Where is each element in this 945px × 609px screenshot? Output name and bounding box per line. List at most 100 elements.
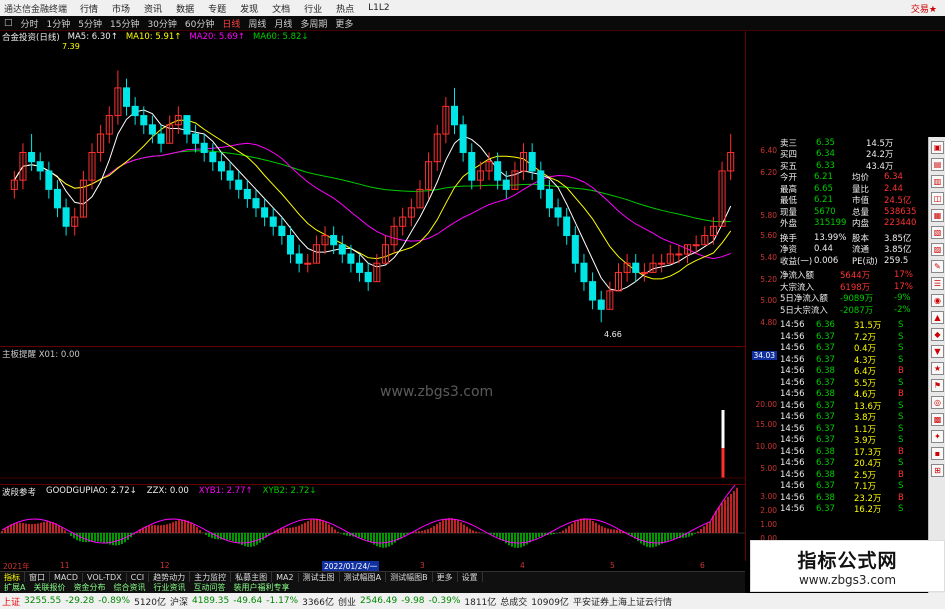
indicator-tab[interactable]: 主力监控: [190, 571, 232, 583]
indicator1-chart[interactable]: [0, 348, 745, 483]
y-tick: 6.40: [760, 146, 777, 155]
indicator-tab[interactable]: 设置: [458, 571, 483, 583]
info-tab[interactable]: 资金分布: [69, 582, 109, 593]
info-tab[interactable]: 综合资讯: [109, 582, 149, 593]
tool-icon[interactable]: ◎: [931, 396, 944, 409]
menu-item-shichang[interactable]: 市场: [105, 2, 137, 15]
candle-body: [640, 271, 648, 274]
menu-item-l1l2[interactable]: L1L2: [361, 3, 396, 13]
indicator2-chart[interactable]: [0, 485, 745, 560]
indicator-tab[interactable]: 测试主图: [299, 571, 340, 583]
candle: [226, 161, 234, 190]
info-tab[interactable]: 关联报价: [29, 582, 69, 593]
tool-icon[interactable]: ▨: [931, 243, 944, 256]
quote-value: 6.21: [814, 195, 833, 206]
tool-icon[interactable]: ▦: [931, 209, 944, 222]
tick-volume: 13.6万: [854, 401, 882, 412]
tick-time: 14:56: [780, 481, 805, 492]
sh-label[interactable]: 上证: [2, 595, 20, 608]
period-daily[interactable]: 日线: [218, 17, 244, 30]
tool-icon[interactable]: ▩: [931, 413, 944, 426]
menu-item-hangye[interactable]: 行业: [297, 2, 329, 15]
tick-price: 6.37: [816, 412, 835, 423]
status-bar: 上证 3255.55 -29.28 -0.89% 5120亿 沪深 4189.3…: [0, 593, 945, 609]
cy-label[interactable]: 创业: [338, 595, 356, 608]
stat-value: 3.85亿: [884, 233, 912, 244]
trade-button[interactable]: 交易★: [911, 2, 945, 15]
period-toggle-icon[interactable]: □: [0, 18, 17, 28]
hs-label[interactable]: 沪深: [170, 595, 188, 608]
tool-icon[interactable]: ◉: [931, 294, 944, 307]
tool-icon[interactable]: ⊞: [931, 464, 944, 477]
tool-icon[interactable]: ★: [931, 362, 944, 375]
tick-time: 14:56: [780, 400, 805, 411]
indicator-tab[interactable]: MA2: [272, 572, 299, 582]
quote-label: 现量: [780, 207, 798, 218]
y-tick: 10.00: [755, 442, 777, 451]
quote-label: 卖三: [780, 138, 798, 149]
stat-value: 259.5: [884, 255, 909, 266]
tool-icon[interactable]: ✎: [931, 260, 944, 273]
indicator-tab[interactable]: 私募主图: [231, 571, 273, 583]
tool-icon[interactable]: ▥: [931, 175, 944, 188]
tool-icon[interactable]: ▧: [931, 226, 944, 239]
quote-label: 量比: [852, 184, 870, 195]
period-fenshi[interactable]: 分时: [17, 17, 43, 30]
info-tab[interactable]: 扩展A: [0, 582, 29, 593]
info-tab[interactable]: 装用户福利专享: [229, 582, 293, 593]
tool-icon[interactable]: ✦: [931, 430, 944, 443]
menu-item-hangqing[interactable]: 行情: [73, 2, 105, 15]
tool-icon[interactable]: ⚑: [931, 379, 944, 392]
y-tick-current: 34.03: [751, 351, 777, 360]
period-monthly[interactable]: 月线: [270, 17, 296, 30]
menu-item-redian[interactable]: 热点: [329, 2, 361, 15]
menu-item-shuju[interactable]: 数据: [169, 2, 201, 15]
indicator-tab[interactable]: CCI: [127, 572, 150, 582]
tool-icon[interactable]: ☰: [931, 277, 944, 290]
menu-item-wendang[interactable]: 文档: [265, 2, 297, 15]
tool-icon[interactable]: ▤: [931, 158, 944, 171]
tick-time: 14:56: [780, 423, 805, 434]
menu-item-zixun[interactable]: 资讯: [137, 2, 169, 15]
period-60min[interactable]: 60分钟: [181, 17, 218, 30]
quote-row: 卖三 6.35 14.5万: [780, 137, 928, 149]
menu-item-faxian[interactable]: 发现: [233, 2, 265, 15]
candle: [36, 152, 44, 181]
period-more[interactable]: 更多: [331, 17, 357, 30]
period-5min[interactable]: 5分钟: [74, 17, 106, 30]
tool-icon[interactable]: ▣: [931, 141, 944, 154]
period-30min[interactable]: 30分钟: [143, 17, 180, 30]
indicator-tab[interactable]: 更多: [433, 571, 458, 583]
tool-icon[interactable]: ◫: [931, 192, 944, 205]
info-tab[interactable]: 互动问答: [189, 582, 229, 593]
candle-body: [157, 133, 165, 144]
indicator-tab[interactable]: 测试幅图A: [340, 571, 387, 583]
tool-icon[interactable]: ▪: [931, 447, 944, 460]
indicator-tab[interactable]: 测试幅图B: [386, 571, 433, 583]
indicator-tab[interactable]: 指标: [0, 571, 25, 583]
info-tab[interactable]: 行业资讯: [149, 582, 189, 593]
tick-row: 14:56 6.37 3.9万 S: [780, 435, 928, 446]
menu-item-zhuanti[interactable]: 专题: [201, 2, 233, 15]
candle: [105, 106, 113, 144]
quote-label: 市值: [852, 196, 870, 207]
indicator-tab[interactable]: 窗口: [25, 571, 50, 583]
candlestick-chart[interactable]: [0, 43, 745, 345]
sh-pct: -0.89%: [98, 596, 131, 606]
tick-price: 6.38: [816, 446, 835, 457]
tool-icon[interactable]: ◆: [931, 328, 944, 341]
period-1min[interactable]: 1分钟: [43, 17, 75, 30]
price-low-label: 4.66: [604, 330, 622, 339]
indicator-tab[interactable]: VOL-TDX: [83, 572, 127, 582]
stat-label: 收益(一): [780, 256, 813, 267]
period-multi[interactable]: 多周期: [296, 17, 331, 30]
candle: [399, 207, 407, 236]
tool-icon[interactable]: ▲: [931, 311, 944, 324]
sh-amount: 5120亿: [134, 597, 166, 608]
indicator-tab[interactable]: MACD: [50, 572, 83, 582]
period-weekly[interactable]: 周线: [244, 17, 270, 30]
period-15min[interactable]: 15分钟: [106, 17, 143, 30]
tool-icon[interactable]: ▼: [931, 345, 944, 358]
indicator-tab[interactable]: 趋势动力: [149, 571, 191, 583]
ma10-line: [13, 119, 732, 280]
